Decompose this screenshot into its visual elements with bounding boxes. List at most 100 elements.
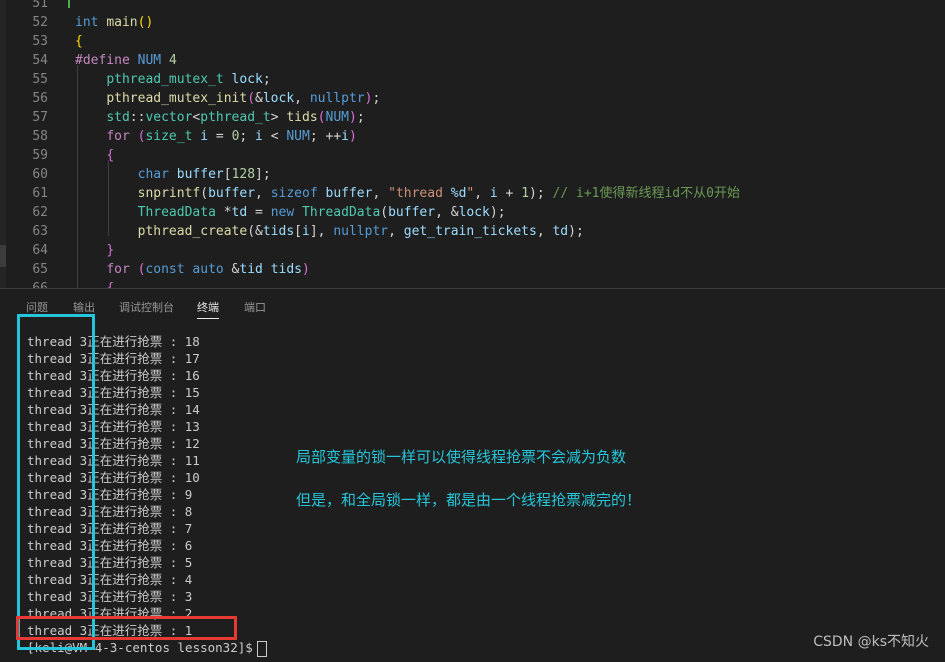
tab-ports[interactable]: 端口 bbox=[244, 299, 266, 315]
code-token: new bbox=[270, 205, 302, 220]
line-number: 53 bbox=[32, 34, 48, 49]
code-token: pthread_mutex_t bbox=[106, 72, 232, 87]
code-token: NUM bbox=[286, 129, 310, 144]
code-token: > bbox=[270, 110, 287, 125]
code-token: ) bbox=[348, 110, 357, 125]
annotation-line-1: 局部变量的锁一样可以使得线程抢票不会减为负数 bbox=[296, 448, 627, 466]
code-token: 1 bbox=[521, 186, 530, 201]
code-token: 4 bbox=[168, 53, 177, 68]
code-token: , bbox=[294, 91, 310, 106]
code-token: ); bbox=[529, 186, 545, 201]
code-token: 128 bbox=[231, 167, 256, 182]
code-token: ; ++ bbox=[309, 129, 342, 144]
code-token: [ bbox=[223, 167, 232, 182]
code-token: int bbox=[75, 15, 107, 30]
code-token: %d bbox=[450, 186, 467, 201]
code-token: pthread_mutex_init bbox=[106, 91, 248, 106]
code-token: get_train_tickets bbox=[403, 224, 537, 239]
line-code: pthread_create(&tids[i], nullptr, get_tr… bbox=[75, 222, 584, 241]
code-token: ( bbox=[200, 186, 209, 201]
tab-output[interactable]: 输出 bbox=[73, 299, 95, 315]
code-token: snprintf bbox=[137, 186, 201, 201]
line-code: pthread_mutex_t lock; bbox=[75, 70, 270, 89]
tab-debug-console[interactable]: 调试控制台 bbox=[119, 299, 174, 315]
code-token: i bbox=[489, 186, 498, 201]
watermark: CSDN @ks不知火 bbox=[813, 634, 929, 650]
code-token: ( bbox=[317, 110, 326, 125]
code-token: i bbox=[341, 129, 349, 144]
code-token: buffer bbox=[176, 167, 224, 182]
code-token: ( bbox=[247, 91, 256, 106]
code-token: ; bbox=[239, 129, 256, 144]
code-token: ); bbox=[568, 224, 584, 239]
code-token: ]; bbox=[255, 167, 271, 182]
line-number: 66 bbox=[12, 279, 48, 288]
code-token: , bbox=[388, 224, 404, 239]
code-token: & bbox=[255, 91, 263, 106]
line-code: for (const auto &tid tids) bbox=[75, 260, 310, 279]
highlight-box-thread-column bbox=[17, 314, 95, 650]
gutter-marker bbox=[0, 245, 6, 267]
code-editor[interactable]: 51 52 int main() 53{54 #define NUM 4 55 pthre… bbox=[0, 0, 945, 288]
line-number: 54 bbox=[32, 53, 48, 68]
line-number: 56 bbox=[32, 91, 48, 106]
code-token: = bbox=[247, 205, 271, 220]
code-token: < bbox=[262, 129, 287, 144]
code-token: ], bbox=[309, 224, 334, 239]
code-token: NUM bbox=[137, 53, 169, 68]
code-token: } bbox=[106, 243, 115, 258]
code-token: char bbox=[137, 167, 177, 182]
line-number: 65 bbox=[32, 262, 48, 277]
code-token: (& bbox=[247, 224, 263, 239]
code-token: pthread_create bbox=[137, 224, 248, 239]
code-token: + bbox=[497, 186, 522, 201]
code-token: td bbox=[231, 205, 248, 220]
code-token: pthread_t bbox=[200, 110, 271, 125]
code-token: main bbox=[106, 15, 138, 30]
code-token: { bbox=[106, 148, 115, 163]
code-token: tids bbox=[262, 224, 295, 239]
code-token: tids bbox=[270, 262, 302, 277]
code-token: ( bbox=[380, 205, 389, 220]
code-token: "thread bbox=[388, 186, 451, 201]
line-code: { bbox=[75, 32, 83, 51]
code-token: vector bbox=[145, 110, 193, 125]
code-token: // i+1使得新线程id不从0开始 bbox=[544, 186, 740, 201]
code-token: lock bbox=[458, 205, 490, 220]
code-token: for bbox=[106, 262, 138, 277]
line-code: #define NUM 4 bbox=[75, 51, 177, 70]
code-token: () bbox=[137, 15, 154, 30]
line-code: for (size_t i = 0; i < NUM; ++i) bbox=[75, 127, 357, 146]
code-token: buffer bbox=[208, 186, 256, 201]
tab-problems[interactable]: 问题 bbox=[26, 299, 48, 315]
code-token: i bbox=[200, 129, 209, 144]
code-token: ) bbox=[348, 129, 357, 144]
code-token: i bbox=[255, 129, 263, 144]
code-token: NUM bbox=[325, 110, 349, 125]
code-token: , bbox=[536, 224, 553, 239]
line-number: 60 bbox=[32, 167, 48, 182]
code-token: i bbox=[302, 224, 310, 239]
code-token: ; bbox=[356, 110, 365, 125]
tab-terminal[interactable]: 终端 bbox=[197, 299, 219, 319]
code-token: :: bbox=[129, 110, 146, 125]
line-code: ThreadData *td = new ThreadData(buffer, … bbox=[75, 203, 506, 222]
line-code: char buffer[128]; bbox=[75, 165, 271, 184]
git-change-marker bbox=[68, 0, 70, 8]
line-code: pthread_mutex_init(&lock, nullptr); bbox=[75, 89, 380, 108]
code-token: ) bbox=[302, 262, 310, 277]
code-token: for bbox=[106, 129, 138, 144]
code-token: * bbox=[223, 205, 232, 220]
line-number: 61 bbox=[32, 186, 48, 201]
code-token: nullptr bbox=[309, 91, 365, 106]
code-token: lock bbox=[262, 91, 295, 106]
line-number: 52 bbox=[32, 15, 48, 30]
